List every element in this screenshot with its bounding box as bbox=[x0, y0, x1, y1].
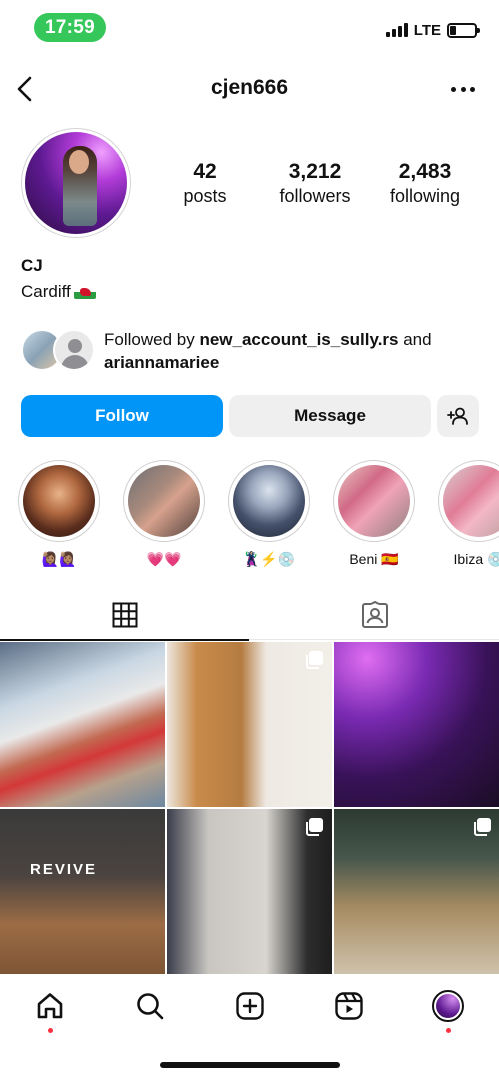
profile-avatar[interactable] bbox=[431, 989, 465, 1033]
mutual-user-1[interactable]: new_account_is_sully.rs bbox=[199, 330, 398, 349]
highlight-label: 🦹🏻‍♀️⚡️💿 bbox=[242, 551, 296, 567]
status-indicators: LTE bbox=[385, 20, 480, 40]
highlight-ring bbox=[438, 460, 499, 542]
avatar bbox=[25, 132, 127, 234]
highlight-item[interactable]: 💗💗 bbox=[122, 460, 206, 569]
posts-grid: REVIVE bbox=[0, 642, 499, 974]
stat-posts[interactable]: 42 posts bbox=[150, 160, 260, 207]
status-time[interactable]: 17:59 bbox=[34, 13, 106, 42]
display-name: CJ bbox=[21, 256, 43, 275]
home-icon[interactable] bbox=[33, 989, 67, 1033]
wales-flag-icon bbox=[73, 285, 96, 299]
post-thumbnail[interactable] bbox=[167, 809, 332, 974]
highlight-cover bbox=[128, 465, 200, 537]
multiple-photos-icon bbox=[306, 651, 323, 669]
multiple-photos-icon bbox=[306, 818, 323, 836]
stat-value: 42 bbox=[193, 160, 217, 183]
tab-tagged[interactable] bbox=[250, 590, 499, 640]
bottom-navigation bbox=[0, 975, 499, 1045]
highlight-ring bbox=[333, 460, 415, 542]
follow-button[interactable]: Follow bbox=[21, 395, 223, 437]
mutual-avatar-placeholder bbox=[53, 329, 95, 371]
stat-followers[interactable]: 3,212 followers bbox=[260, 160, 370, 207]
battery-level bbox=[450, 25, 456, 35]
post-thumbnail[interactable] bbox=[0, 642, 165, 807]
stat-value: 3,212 bbox=[288, 160, 342, 183]
highlight-item[interactable]: 🦹🏻‍♀️⚡️💿 bbox=[227, 460, 311, 569]
highlight-label: 💗💗 bbox=[146, 551, 182, 567]
profile-stats: 42 posts 3,212 followers 2,483 following bbox=[150, 160, 480, 207]
multiple-photos-icon bbox=[474, 818, 491, 836]
bio: Cardiff bbox=[21, 282, 96, 302]
profile-avatar[interactable] bbox=[21, 128, 131, 238]
highlight-cover bbox=[443, 465, 499, 537]
battery-icon bbox=[447, 22, 480, 38]
stat-value: 2,483 bbox=[398, 160, 452, 183]
message-button[interactable]: Message bbox=[229, 395, 431, 437]
highlight-cover bbox=[338, 465, 410, 537]
tagged-icon bbox=[361, 601, 388, 628]
create-icon[interactable] bbox=[233, 989, 267, 1023]
stat-label: following bbox=[389, 186, 461, 206]
highlight-item[interactable]: Ibiza 💿 bbox=[437, 460, 499, 569]
followed-by-text: Followed by new_account_is_sully.rs and … bbox=[104, 328, 484, 374]
notification-dot bbox=[48, 1028, 53, 1033]
avatar bbox=[432, 990, 464, 1022]
highlight-cover bbox=[233, 465, 305, 537]
network-type: LTE bbox=[413, 21, 441, 39]
stat-label: followers bbox=[279, 186, 351, 206]
highlight-ring bbox=[228, 460, 310, 542]
signal-icon bbox=[385, 23, 408, 37]
home-indicator[interactable] bbox=[160, 1062, 340, 1068]
highlight-cover bbox=[23, 465, 95, 537]
story-highlights: 🙋🏽‍♀️🙋🏽‍♀️ 💗💗 🦹🏻‍♀️⚡️💿 Beni 🇪🇸 Ibiza 💿 bbox=[0, 460, 499, 570]
more-horizontal-icon[interactable] bbox=[451, 80, 475, 98]
search-icon[interactable] bbox=[133, 989, 167, 1023]
post-thumbnail[interactable] bbox=[334, 642, 499, 807]
post-thumbnail[interactable] bbox=[167, 642, 332, 807]
page-title: cjen666 bbox=[210, 76, 289, 99]
stat-label: posts bbox=[183, 186, 227, 206]
profile-header: cjen666 bbox=[0, 66, 499, 112]
highlight-item[interactable]: 🙋🏽‍♀️🙋🏽‍♀️ bbox=[17, 460, 101, 569]
status-bar: 17:59 LTE bbox=[0, 0, 499, 58]
followed-by-connector: and bbox=[398, 330, 432, 349]
mutual-user-2[interactable]: ariannamariee bbox=[104, 353, 219, 372]
post-thumbnail[interactable]: REVIVE bbox=[0, 809, 165, 974]
highlight-ring bbox=[18, 460, 100, 542]
highlight-label: Beni 🇪🇸 bbox=[349, 551, 399, 567]
stat-following[interactable]: 2,483 following bbox=[370, 160, 480, 207]
followed-by[interactable]: Followed by new_account_is_sully.rs and … bbox=[21, 328, 491, 372]
profile-tabs bbox=[0, 590, 499, 641]
add-user-icon[interactable] bbox=[437, 395, 479, 437]
profile-actions: Follow Message bbox=[21, 395, 479, 437]
grid-icon bbox=[112, 602, 137, 627]
highlight-item[interactable]: Beni 🇪🇸 bbox=[332, 460, 416, 569]
followed-by-prefix: Followed by bbox=[104, 330, 200, 349]
highlight-label: Ibiza 💿 bbox=[453, 551, 499, 567]
notification-dot bbox=[446, 1028, 451, 1033]
post-thumbnail[interactable] bbox=[334, 809, 499, 974]
reels-icon[interactable] bbox=[332, 989, 366, 1023]
highlight-ring bbox=[123, 460, 205, 542]
highlight-label: 🙋🏽‍♀️🙋🏽‍♀️ bbox=[41, 551, 77, 567]
bio-text: Cardiff bbox=[21, 282, 71, 301]
post-overlay-text: REVIVE bbox=[30, 861, 98, 878]
tab-posts-grid[interactable] bbox=[0, 590, 249, 641]
